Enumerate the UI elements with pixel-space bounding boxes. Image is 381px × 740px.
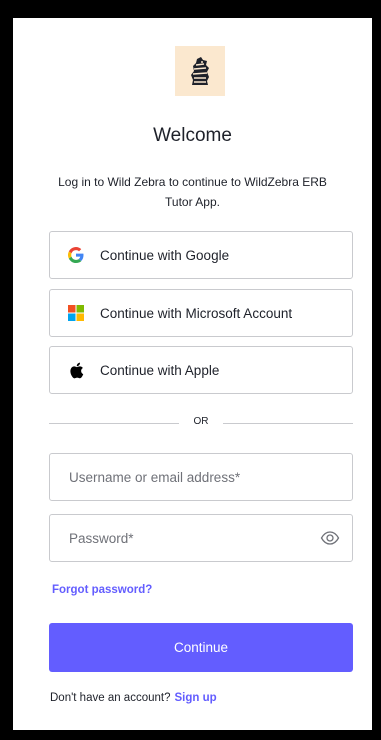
username-field[interactable]	[49, 453, 353, 501]
microsoft-icon	[66, 303, 86, 323]
signup-row: Don't have an account? Sign up	[50, 692, 217, 704]
password-input[interactable]	[69, 515, 319, 561]
forgot-password-link[interactable]: Forgot password?	[52, 584, 152, 596]
password-field[interactable]	[49, 514, 353, 562]
google-icon	[66, 245, 86, 265]
eye-icon[interactable]	[320, 529, 340, 547]
apple-login-label: Continue with Apple	[100, 362, 220, 378]
or-divider: OR	[49, 415, 353, 431]
google-login-label: Continue with Google	[100, 247, 230, 263]
apple-icon	[66, 360, 86, 380]
login-card: Welcome Log in to Wild Zebra to continue…	[13, 18, 372, 730]
page-title: Welcome	[153, 125, 232, 146]
apple-login-button[interactable]: Continue with Apple	[49, 346, 353, 394]
page-subtitle: Log in to Wild Zebra to continue to Wild…	[58, 175, 327, 209]
continue-button[interactable]: Continue	[49, 623, 353, 672]
signup-prompt: Don't have an account?	[50, 692, 171, 704]
signup-link[interactable]: Sign up	[174, 692, 216, 704]
microsoft-login-label: Continue with Microsoft Account	[100, 305, 293, 321]
username-input[interactable]	[69, 454, 319, 500]
microsoft-login-button[interactable]: Continue with Microsoft Account	[49, 289, 353, 337]
divider-label: OR	[193, 416, 209, 427]
zebra-logo-icon	[175, 46, 225, 96]
google-login-button[interactable]: Continue with Google	[49, 231, 353, 279]
